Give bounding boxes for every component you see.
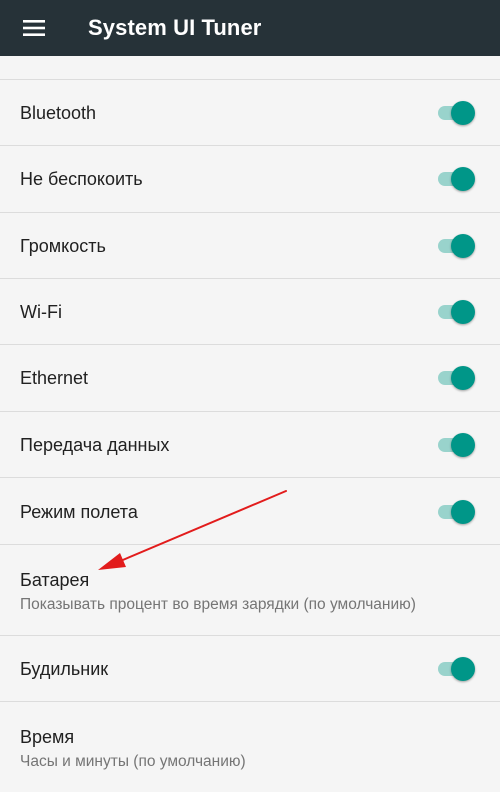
mobile-data-toggle[interactable] — [438, 429, 476, 461]
setting-title: Режим полета — [20, 502, 138, 522]
list-item-partial — [0, 56, 500, 80]
setting-time[interactable]: Время Часы и минуты (по умолчанию) — [0, 702, 500, 792]
setting-wifi[interactable]: Wi-Fi — [0, 279, 500, 345]
page-title: System UI Tuner — [88, 15, 262, 40]
setting-title: Громкость — [20, 236, 106, 256]
setting-mobile-data[interactable]: Передача данных — [0, 412, 500, 478]
setting-summary: Показывать процент во время зарядки (по … — [20, 596, 416, 613]
setting-battery[interactable]: Батарея Показывать процент во время заря… — [0, 545, 500, 636]
setting-title: Не беспокоить — [20, 169, 143, 189]
setting-bluetooth[interactable]: Bluetooth — [0, 80, 500, 146]
toggle-thumb — [451, 500, 475, 524]
setting-title: Wi-Fi — [20, 302, 62, 322]
setting-title: Передача данных — [20, 435, 170, 455]
bluetooth-toggle[interactable] — [438, 97, 476, 129]
wifi-toggle[interactable] — [438, 296, 476, 328]
app-bar: System UI Tuner — [0, 0, 500, 56]
setting-title: Bluetooth — [20, 103, 97, 123]
setting-ethernet[interactable]: Ethernet — [0, 345, 500, 412]
setting-title: Батарея — [20, 570, 90, 590]
setting-title: Будильник — [20, 659, 109, 679]
airplane-mode-toggle[interactable] — [438, 496, 476, 528]
toggle-thumb — [451, 234, 475, 258]
do-not-disturb-toggle[interactable] — [438, 163, 476, 195]
toggle-thumb — [451, 101, 475, 125]
setting-title: Время — [20, 727, 75, 747]
toggle-thumb — [451, 366, 475, 390]
setting-title: Ethernet — [20, 368, 89, 388]
volume-toggle[interactable] — [438, 230, 476, 262]
ethernet-toggle[interactable] — [438, 362, 476, 394]
setting-alarm[interactable]: Будильник — [0, 636, 500, 702]
setting-volume[interactable]: Громкость — [0, 213, 500, 279]
hamburger-menu-icon[interactable] — [12, 0, 58, 56]
toggle-thumb — [451, 167, 475, 191]
toggle-thumb — [451, 433, 475, 457]
toggle-thumb — [451, 300, 475, 324]
setting-do-not-disturb[interactable]: Не беспокоить — [0, 146, 500, 213]
alarm-toggle[interactable] — [438, 653, 476, 685]
setting-airplane-mode[interactable]: Режим полета — [0, 478, 500, 545]
setting-summary: Часы и минуты (по умолчанию) — [20, 753, 246, 770]
toggle-thumb — [451, 657, 475, 681]
